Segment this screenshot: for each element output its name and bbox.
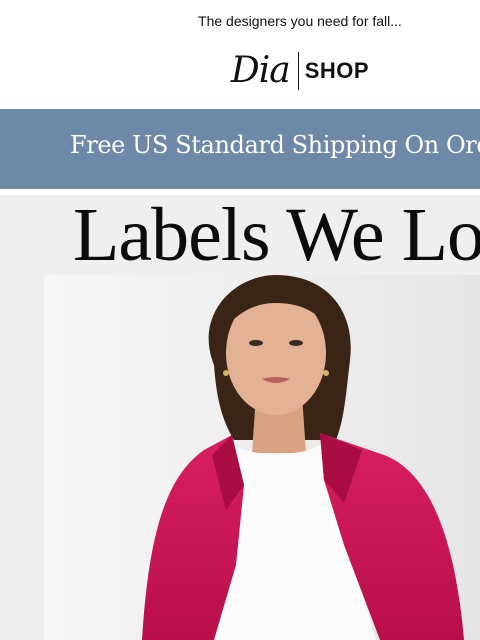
- brand-logo-link[interactable]: Dia SHOP: [231, 52, 369, 90]
- hero-photo[interactable]: [44, 275, 480, 640]
- earring-right: [323, 370, 329, 376]
- free-shipping-banner[interactable]: Free US Standard Shipping On Orders $1: [0, 109, 480, 189]
- logo-row: Dia SHOP: [0, 52, 480, 90]
- preheader-text: The designers you need for fall...: [198, 13, 402, 29]
- logo-divider: [297, 52, 299, 90]
- brand-shop-wordmark: SHOP: [304, 58, 370, 83]
- earring-left: [223, 370, 229, 376]
- brand-script-wordmark: Dia: [230, 50, 291, 91]
- hero-model-illustration: [44, 275, 480, 640]
- hero-title: Labels We Lov: [73, 195, 480, 277]
- hero-section[interactable]: Labels We Lov: [0, 195, 480, 640]
- free-shipping-text: Free US Standard Shipping On Orders $1: [70, 131, 480, 159]
- right-eye: [289, 340, 303, 346]
- left-eye: [249, 340, 263, 346]
